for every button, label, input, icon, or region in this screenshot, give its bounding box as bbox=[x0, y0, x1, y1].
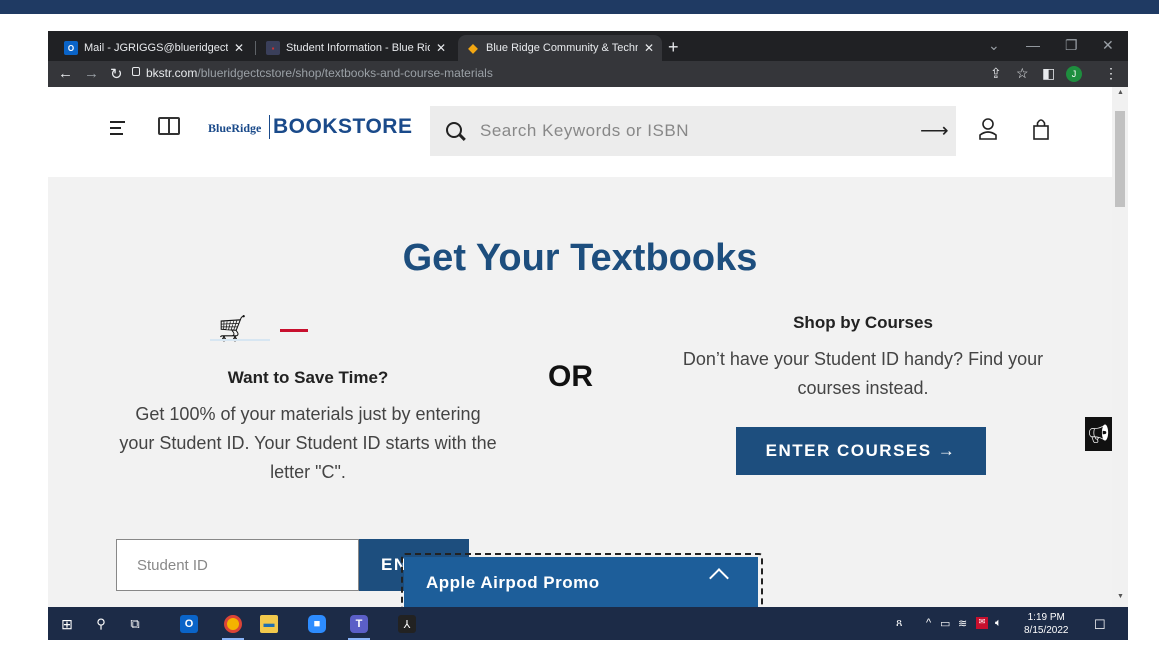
url-domain: bkstr.com bbox=[146, 66, 198, 80]
enter-courses-button[interactable]: ENTER COURSES → bbox=[736, 427, 986, 475]
restore-icon[interactable]: ❐ bbox=[1065, 37, 1078, 54]
system-clock[interactable]: 1:19 PM 8/15/2022 bbox=[1024, 611, 1069, 637]
notification-app-icon[interactable]: ✉ bbox=[976, 617, 988, 629]
lock-icon bbox=[132, 67, 140, 76]
teams-active-indicator bbox=[348, 638, 370, 640]
browser-tabstrip: O Mail - JGRIGGS@blueridgectc.ed ✕ ▪ Stu… bbox=[48, 31, 1128, 61]
search-submit-arrow-icon[interactable]: ⟶ bbox=[920, 118, 949, 143]
tab-student-information[interactable]: ▪ Student Information - Blue Ridge ✕ bbox=[258, 35, 454, 61]
share-icon[interactable]: ⇪ bbox=[990, 65, 1002, 82]
outer-margin-right bbox=[1128, 14, 1159, 640]
clock-date: 8/15/2022 bbox=[1024, 625, 1069, 636]
outer-margin-left bbox=[0, 14, 48, 640]
brctc-icon: ▪ bbox=[266, 41, 280, 55]
tab-label: Blue Ridge Community & Technic bbox=[486, 42, 638, 54]
outer-margin-bottom bbox=[0, 640, 1159, 660]
forward-icon[interactable]: → bbox=[84, 65, 99, 82]
outlook-icon: O bbox=[64, 41, 78, 55]
task-view-icon[interactable]: ⧉ bbox=[126, 615, 144, 633]
logo-divider bbox=[269, 115, 270, 139]
tab-bookstore[interactable]: ◆ Blue Ridge Community & Technic ✕ bbox=[458, 35, 662, 61]
teams-icon[interactable]: T bbox=[350, 615, 368, 633]
account-icon[interactable] bbox=[978, 117, 998, 141]
chrome-icon[interactable] bbox=[224, 615, 242, 633]
chevron-up-tray-icon[interactable]: ^ bbox=[926, 617, 931, 629]
apple-airpod-promo-bar[interactable]: Apple Airpod Promo bbox=[404, 557, 758, 607]
volume-icon[interactable]: 🔈︎ bbox=[995, 617, 1002, 630]
clock-time: 1:19 PM bbox=[1027, 612, 1065, 623]
chevron-up-icon[interactable] bbox=[709, 568, 729, 588]
search-icon bbox=[446, 122, 462, 138]
tab-separator bbox=[255, 41, 256, 55]
web-page: BlueRidge BOOKSTORE ⟶ Get Your Textbooks… bbox=[48, 87, 1112, 607]
desktop-screen: O Mail - JGRIGGS@blueridgectc.ed ✕ ▪ Stu… bbox=[48, 31, 1128, 640]
wifi-icon[interactable]: ≋ bbox=[958, 617, 967, 630]
site-header: BlueRidge BOOKSTORE ⟶ bbox=[48, 87, 1112, 177]
promo-label: Apple Airpod Promo bbox=[426, 573, 600, 592]
cart-underline bbox=[210, 339, 270, 341]
tab-label: Student Information - Blue Ridge bbox=[286, 42, 430, 54]
address-bar[interactable]: bkstr.com/blueridgectcstore/shop/textboo… bbox=[146, 66, 493, 80]
blue-ridge-logo[interactable]: BlueRidge bbox=[208, 121, 261, 136]
minimize-icon[interactable]: — bbox=[1026, 37, 1040, 53]
shop-by-courses-heading: Shop by Courses bbox=[793, 313, 933, 332]
menu-dots-icon[interactable]: ⋮ bbox=[1104, 65, 1118, 82]
close-icon[interactable]: ✕ bbox=[234, 41, 244, 55]
browser-toolbar: ← → ↻ bkstr.com/blueridgectcstore/shop/t… bbox=[48, 61, 1128, 87]
or-divider-text: OR bbox=[548, 360, 593, 393]
scroll-up-arrow-icon[interactable]: ▲ bbox=[1117, 89, 1124, 96]
save-time-heading: Want to Save Time? bbox=[227, 368, 389, 387]
student-id-description: Get 100% of your materials just by enter… bbox=[119, 404, 497, 482]
url-path: /blueridgectcstore/shop/textbooks-and-co… bbox=[197, 66, 493, 80]
search-bar[interactable]: ⟶ bbox=[430, 106, 956, 156]
red-accent-dash bbox=[280, 329, 308, 332]
tab-mail[interactable]: O Mail - JGRIGGS@blueridgectc.ed ✕ bbox=[56, 35, 252, 61]
search-input[interactable] bbox=[480, 119, 900, 143]
reload-icon[interactable]: ↻ bbox=[110, 65, 123, 83]
back-icon[interactable]: ← bbox=[58, 65, 73, 82]
close-icon[interactable]: ✕ bbox=[436, 41, 446, 55]
windows-taskbar: ⊞ ⚲ ⧉ O ▬ ■ T ⅄ ጸ ^ ▭ ≋ ✉ 🔈︎ 1:19 PM 8/1… bbox=[48, 607, 1128, 640]
side-panel-icon[interactable]: ◧ bbox=[1042, 65, 1055, 82]
new-tab-button[interactable]: + bbox=[668, 37, 679, 58]
page-title: Get Your Textbooks bbox=[402, 237, 758, 279]
zoom-icon[interactable]: ■ bbox=[308, 615, 326, 633]
notification-center-icon[interactable]: ☐ bbox=[1094, 617, 1106, 633]
windows-start-icon[interactable]: ⊞ bbox=[58, 615, 76, 633]
close-window-icon[interactable]: ✕ bbox=[1102, 37, 1114, 54]
scroll-down-arrow-icon[interactable]: ▼ bbox=[1117, 593, 1124, 600]
book-icon[interactable] bbox=[158, 117, 180, 135]
textbooks-hero: Get Your Textbooks 🛒︎ Want to Save Time?… bbox=[48, 177, 1112, 607]
shop-by-courses-description: Don’t have your Student ID handy? Find y… bbox=[682, 349, 1044, 398]
people-icon[interactable]: ጸ bbox=[896, 617, 902, 630]
shopping-bag-icon[interactable] bbox=[1031, 117, 1051, 141]
bookstore-icon: ◆ bbox=[468, 41, 478, 55]
tab-label: Mail - JGRIGGS@blueridgectc.ed bbox=[84, 42, 228, 54]
outer-margin-top bbox=[0, 14, 1159, 31]
tab-search-icon[interactable]: ⌄ bbox=[988, 37, 1000, 54]
search-icon[interactable]: ⚲ bbox=[92, 615, 110, 633]
student-id-input[interactable] bbox=[116, 539, 359, 591]
outlook-icon[interactable]: O bbox=[180, 615, 198, 633]
bookstore-logo[interactable]: BOOKSTORE bbox=[273, 115, 412, 139]
close-icon[interactable]: ✕ bbox=[644, 41, 654, 55]
page-scrollbar[interactable]: ▲ ▼ bbox=[1112, 87, 1128, 607]
file-explorer-icon[interactable]: ▬ bbox=[260, 615, 278, 633]
hamburger-menu-icon[interactable] bbox=[110, 121, 125, 139]
chrome-active-indicator bbox=[222, 638, 244, 640]
bookmark-star-icon[interactable]: ☆ bbox=[1016, 65, 1029, 82]
profile-avatar[interactable]: J bbox=[1066, 66, 1082, 82]
acrobat-icon[interactable]: ⅄ bbox=[398, 615, 416, 633]
scrollbar-thumb[interactable] bbox=[1115, 111, 1125, 207]
battery-icon[interactable]: ▭ bbox=[940, 617, 950, 630]
feedback-megaphone-icon[interactable]: 📢︎ bbox=[1085, 417, 1112, 451]
